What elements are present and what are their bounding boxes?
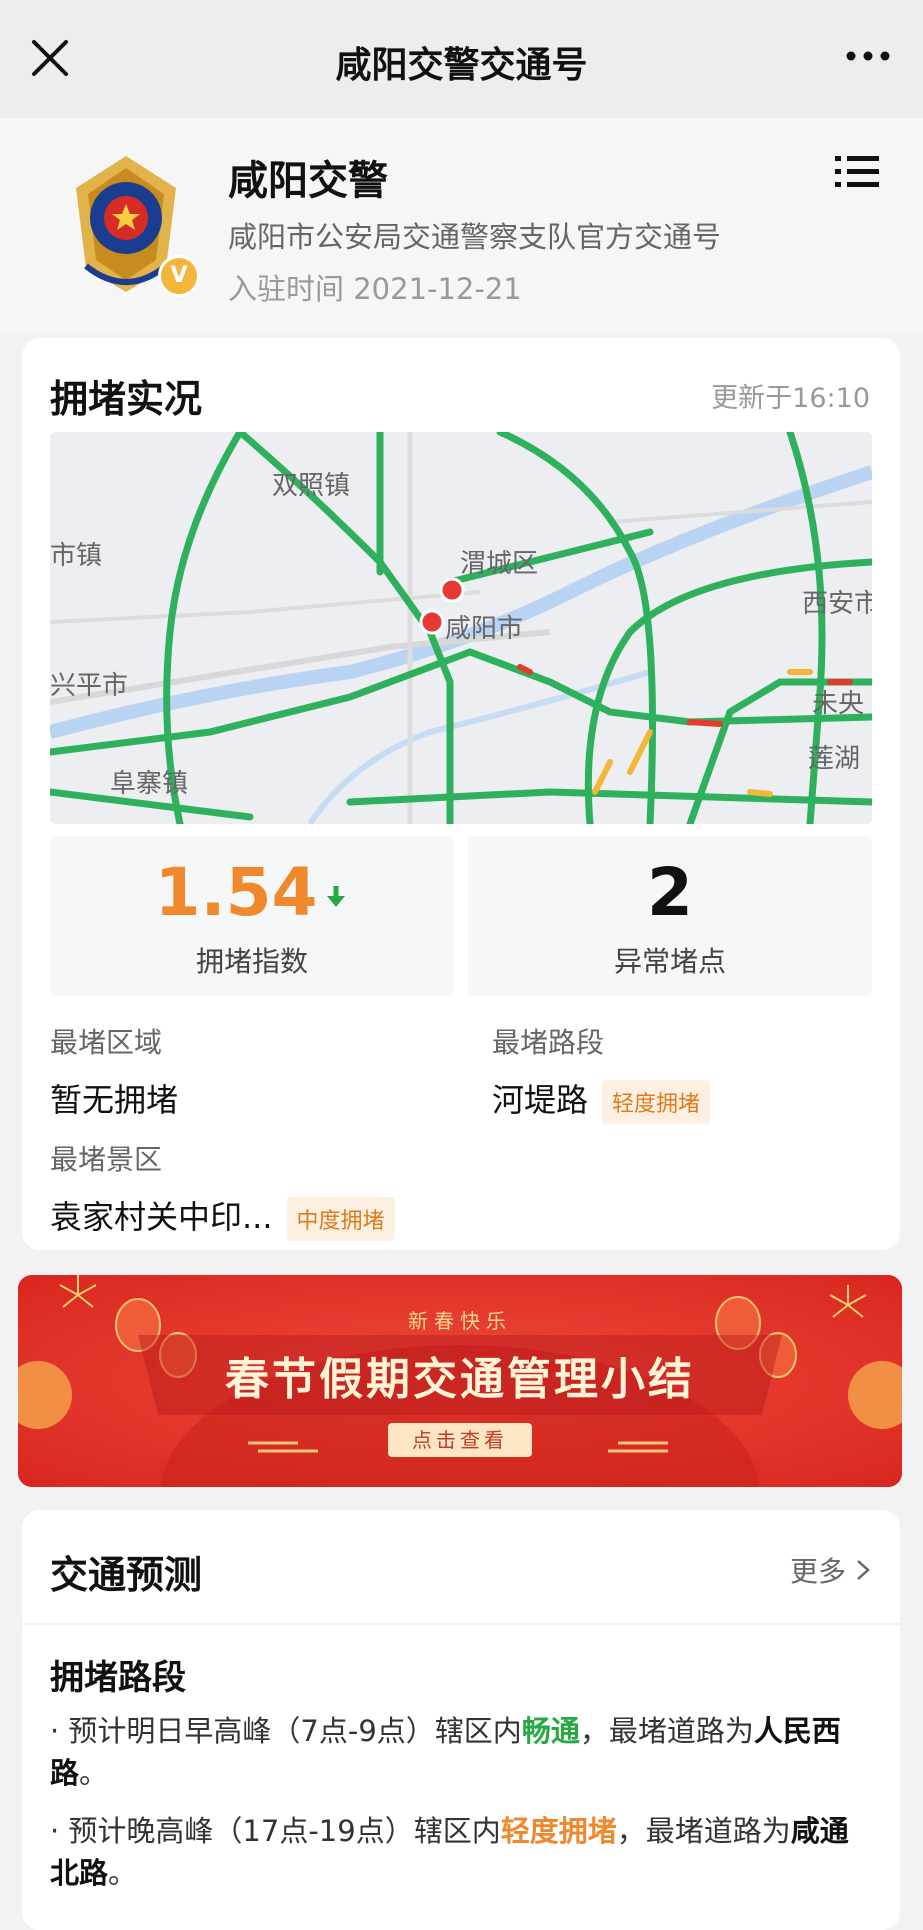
more-link[interactable]: 更多	[790, 1550, 870, 1590]
worst-scenic-label: 最堵景区	[50, 1143, 163, 1176]
abnormal-points-label: 异常堵点	[613, 945, 726, 978]
map-label-shizhen: 市镇	[50, 541, 102, 571]
join-date: 入驻时间 2021-12-21	[228, 272, 522, 306]
forecast-morning-text: · 预计明日早高峰（7点-9点）辖区内	[50, 1714, 522, 1748]
map-label-weicheng: 渭城区	[460, 549, 538, 579]
forecast-title: 交通预测	[50, 1553, 203, 1597]
congestion-index-label: 拥堵指数	[195, 945, 308, 978]
traffic-map[interactable]: 双照镇 渭城区 咸阳市 西安市 未央 莲湖 兴平市 阜寨镇 市镇	[50, 432, 872, 824]
banner-title: 春节假期交通管理小结	[225, 1354, 695, 1405]
worst-road-tag: 轻度拥堵	[602, 1080, 711, 1124]
forecast-evening-text: · 预计晚高峰（17点-19点）辖区内	[50, 1814, 501, 1848]
congestion-card: 拥堵实况 更新于16:10 双照镇 渭城区 咸阳市 西安市 未央 莲湖 兴平市 …	[22, 338, 900, 1250]
spring-festival-banner[interactable]: 新春快乐 春节假期交通管理小结 点击查看	[18, 1275, 902, 1487]
map-label-xian: 西安市	[802, 589, 872, 619]
list-menu-icon[interactable]	[835, 154, 879, 190]
worst-scenic-value: 袁家村关中印...	[50, 1198, 273, 1236]
map-label-xingping: 兴平市	[50, 671, 128, 701]
top-nav-bar: 咸阳交警交通号	[0, 0, 923, 118]
chevron-right-icon	[857, 1560, 870, 1580]
arrow-down-icon	[327, 885, 346, 907]
worst-area-label: 最堵区域	[50, 1026, 163, 1059]
map-label-fuzhai: 阜寨镇	[110, 769, 188, 799]
map-label-lianhu: 莲湖	[808, 744, 860, 774]
worst-scenic-tag: 中度拥堵	[286, 1197, 395, 1241]
worst-area: 最堵区域 暂无拥堵	[50, 1021, 178, 1121]
more-label: 更多	[789, 1555, 846, 1588]
worst-road-label: 最堵路段	[492, 1026, 605, 1059]
worst-scenic[interactable]: 最堵景区 袁家村关中印... 中度拥堵	[50, 1138, 395, 1241]
worst-area-value: 暂无拥堵	[50, 1081, 179, 1119]
more-dots-icon[interactable]	[845, 46, 891, 66]
forecast-evening: · 预计晚高峰（17点-19点）辖区内轻度拥堵，最堵道路为咸通北路。	[50, 1810, 870, 1894]
forecast-morning-end: 。	[79, 1756, 109, 1790]
forecast-evening-end: 。	[108, 1856, 138, 1890]
divider	[22, 1623, 900, 1625]
map-label-weiyang: 未央	[812, 689, 864, 719]
forecast-evening-text2: ，最堵道路为	[616, 1814, 791, 1848]
worst-road-value: 河堤路	[492, 1081, 589, 1119]
abnormal-points-tile[interactable]: 2 异常堵点	[468, 836, 872, 996]
forecast-card: 交通预测 更多 拥堵路段 · 预计明日早高峰（7点-9点）辖区内畅通，最堵道路为…	[22, 1510, 900, 1930]
abnormal-points-value: 2	[647, 854, 693, 931]
congestion-title: 拥堵实况	[50, 377, 203, 421]
verified-badge-icon: V	[158, 255, 200, 297]
banner-subtitle: 新春快乐	[408, 1309, 512, 1333]
worst-road[interactable]: 最堵路段 河堤路 轻度拥堵	[492, 1021, 711, 1124]
forecast-evening-status: 轻度拥堵	[500, 1814, 617, 1848]
page-title: 咸阳交警交通号	[335, 45, 588, 86]
forecast-morning: · 预计明日早高峰（7点-9点）辖区内畅通，最堵道路为人民西路。	[50, 1710, 870, 1794]
forecast-morning-status: 畅通	[521, 1714, 580, 1748]
map-label-xianyang: 咸阳市	[445, 614, 523, 644]
congestion-index-value: 1.54	[154, 854, 318, 931]
account-profile: V 咸阳交警 咸阳市公安局交通警察支队官方交通号 入驻时间 2021-12-21	[0, 118, 923, 333]
map-label-shuangzhao: 双照镇	[272, 471, 350, 501]
banner-view-button[interactable]: 点击查看	[388, 1423, 532, 1457]
congested-roads-subtitle: 拥堵路段	[50, 1658, 186, 1698]
congestion-index-tile[interactable]: 1.54 拥堵指数	[50, 836, 454, 996]
update-time: 更新于16:10	[711, 383, 870, 414]
account-description: 咸阳市公安局交通警察支队官方交通号	[228, 220, 722, 254]
forecast-morning-text2: ，最堵道路为	[579, 1714, 754, 1748]
account-name: 咸阳交警	[228, 158, 388, 204]
